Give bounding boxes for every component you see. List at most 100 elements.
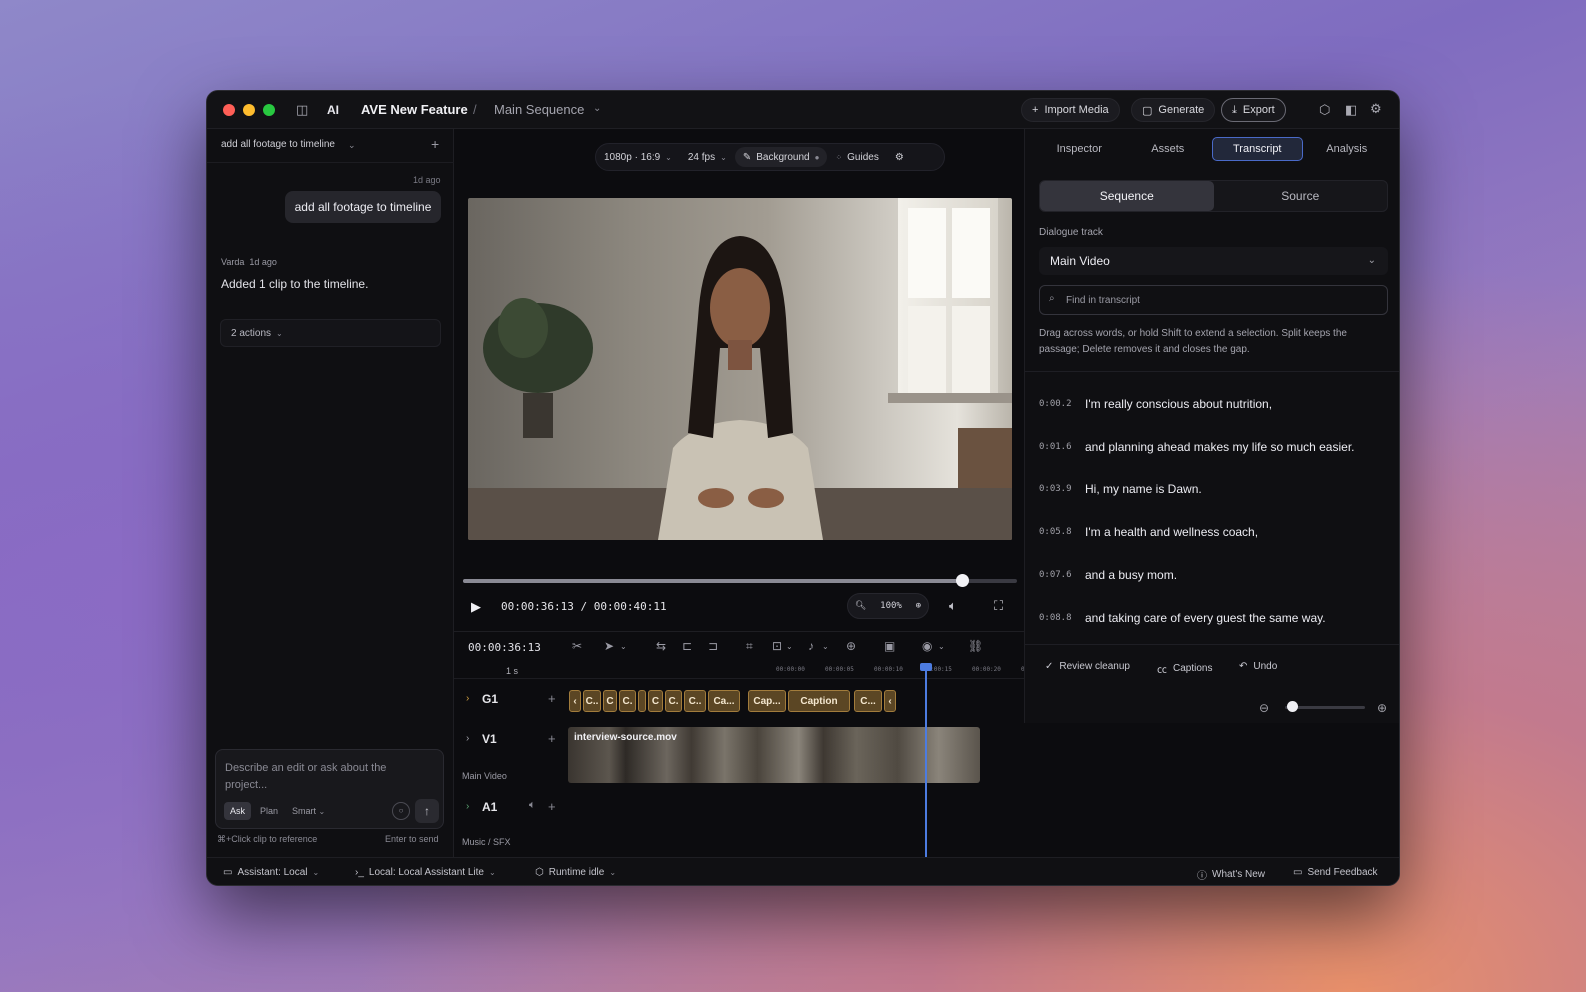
tab-inspector[interactable]: Inspector: [1035, 137, 1124, 161]
review-cleanup-button[interactable]: ✓ Review cleanup: [1045, 661, 1130, 672]
volume-icon[interactable]: 🔈︎: [949, 598, 957, 614]
chevron-down-icon[interactable]: ⌄: [620, 642, 627, 651]
assistant-mode-select[interactable]: ▭ Assistant: Local ⌄: [223, 867, 319, 878]
send-button[interactable]: ↑: [415, 799, 439, 823]
video-preview[interactable]: [468, 198, 1012, 540]
scissors-icon[interactable]: ✂: [572, 639, 582, 653]
mode-ask[interactable]: Ask: [224, 802, 252, 820]
timeline-zoom-out-icon[interactable]: ⊖: [1259, 701, 1269, 715]
caption-clip[interactable]: C.: [665, 690, 682, 712]
shield-icon[interactable]: ⬡: [1319, 102, 1330, 118]
fullscreen-icon[interactable]: ⛶: [994, 598, 1003, 614]
new-thread-button[interactable]: +: [431, 136, 439, 152]
whats-new-button[interactable]: ⓘ What's New: [1197, 867, 1265, 882]
timeline-zoom-handle[interactable]: [1287, 701, 1298, 712]
chevron-down-icon[interactable]: ⌄: [593, 103, 601, 114]
guides-button[interactable]: ⁘ Guides: [827, 152, 886, 163]
resolution-select[interactable]: 1080p · 16:9 ⌄: [596, 152, 680, 163]
thread-title[interactable]: add all footage to timeline: [221, 139, 335, 150]
caption-clip[interactable]: ‹: [884, 690, 896, 712]
transcript-text[interactable]: and a busy mom.: [1085, 568, 1177, 582]
zoom-in-icon[interactable]: ⊕: [916, 601, 921, 611]
ripple-icon[interactable]: ⇆: [656, 639, 666, 653]
caption-clip[interactable]: ‹: [569, 690, 581, 712]
background-button[interactable]: ✎ Background ●: [734, 147, 828, 167]
playback-scrubber[interactable]: [463, 574, 1017, 587]
crop-icon[interactable]: ⊡: [772, 639, 782, 653]
transcript-text[interactable]: I'm a health and wellness coach,: [1085, 525, 1258, 539]
sidebar-toggle-icon[interactable]: ◫: [296, 102, 308, 118]
gear-icon[interactable]: ⚙: [1370, 101, 1382, 117]
actions-toggle[interactable]: 2 actions ⌄: [220, 319, 441, 347]
caption-clip[interactable]: Caption: [788, 690, 850, 712]
fps-select[interactable]: 24 fps ⌄: [680, 152, 735, 163]
export-button[interactable]: ⤓ Export: [1221, 98, 1286, 122]
video-clip[interactable]: interview-source.mov: [568, 727, 980, 783]
transcript-text[interactable]: I'm really conscious about nutrition,: [1085, 397, 1272, 411]
runtime-status[interactable]: ⬡ Runtime idle ⌄: [535, 867, 616, 878]
sequence-selector[interactable]: Main Sequence: [494, 102, 584, 117]
chevron-down-icon[interactable]: ⌄: [348, 140, 356, 151]
camera-icon[interactable]: ◉: [922, 639, 932, 653]
link-icon[interactable]: ⛓: [968, 639, 983, 653]
local-model-select[interactable]: ›_ Local: Local Assistant Lite ⌄: [355, 867, 496, 878]
tab-transcript[interactable]: Transcript: [1212, 137, 1303, 161]
minimize-window-button[interactable]: [243, 104, 255, 116]
chevron-down-icon[interactable]: ⌄: [786, 642, 793, 651]
transcript-line[interactable]: 0:03.9 Hi, my name is Dawn.: [1039, 482, 1202, 496]
viewer-settings-button[interactable]: ⚙: [887, 152, 912, 163]
image-icon[interactable]: ▣: [884, 639, 895, 653]
caption-clip[interactable]: C..: [684, 690, 706, 712]
trim-start-icon[interactable]: ⊏: [682, 639, 692, 653]
speaker-icon[interactable]: 🔈︎: [529, 799, 536, 812]
add-to-g1-button[interactable]: +: [548, 691, 556, 706]
scrubber-handle[interactable]: [955, 574, 969, 587]
add-to-v1-button[interactable]: +: [548, 731, 556, 746]
pointer-icon[interactable]: ➤: [604, 639, 614, 653]
caption-clip[interactable]: [638, 690, 646, 712]
expand-v1-icon[interactable]: ›: [466, 733, 469, 744]
caption-clip[interactable]: Cap...: [748, 690, 786, 712]
timeline-zoom-in-icon[interactable]: ⊕: [1377, 701, 1387, 715]
transcript-text[interactable]: and planning ahead makes my life so much…: [1085, 440, 1355, 454]
mode-smart[interactable]: Smart ⌄: [286, 802, 331, 820]
caption-clip[interactable]: C: [603, 690, 617, 712]
audio-icon[interactable]: ♪: [808, 639, 814, 653]
composer-placeholder[interactable]: Describe an edit or ask about the projec…: [225, 760, 425, 794]
project-name[interactable]: AVE New Feature: [361, 102, 468, 117]
transcript-text[interactable]: and taking care of every guest the same …: [1085, 611, 1326, 625]
add-to-a1-button[interactable]: +: [548, 799, 556, 814]
snap-icon[interactable]: ⌗: [746, 639, 753, 654]
segment-sequence[interactable]: Sequence: [1040, 181, 1214, 211]
close-window-button[interactable]: [223, 104, 235, 116]
caption-clip[interactable]: C.: [619, 690, 636, 712]
zoom-out-icon[interactable]: 🔍︎: [855, 601, 866, 611]
find-input[interactable]: [1066, 292, 1376, 308]
caption-clip[interactable]: C..: [583, 690, 601, 712]
chat-composer[interactable]: Describe an edit or ask about the projec…: [215, 749, 444, 829]
tab-analysis[interactable]: Analysis: [1303, 137, 1392, 161]
tab-assets[interactable]: Assets: [1124, 137, 1213, 161]
transcript-line[interactable]: 0:08.8 and taking care of every guest the…: [1039, 611, 1326, 625]
transcript-line[interactable]: 0:01.6 and planning ahead makes my life s…: [1039, 440, 1355, 454]
maximize-window-button[interactable]: [263, 104, 275, 116]
chevron-down-icon[interactable]: ⌄: [822, 642, 829, 651]
globe-icon[interactable]: ⊕: [846, 639, 856, 653]
import-media-button[interactable]: + Import Media: [1021, 98, 1120, 122]
transcript-line[interactable]: 0:05.8 I'm a health and wellness coach,: [1039, 525, 1258, 539]
chevron-down-icon[interactable]: ⌄: [938, 642, 945, 651]
expand-g1-icon[interactable]: ›: [466, 693, 469, 704]
caption-clip[interactable]: Ca...: [708, 690, 740, 712]
undo-button[interactable]: ↶ Undo: [1239, 661, 1277, 672]
playhead[interactable]: [925, 665, 927, 857]
expand-a1-icon[interactable]: ›: [466, 801, 469, 812]
dialogue-track-select[interactable]: Main Video ⌄: [1039, 247, 1388, 275]
context-icon[interactable]: ○: [392, 802, 410, 820]
viewer-zoom[interactable]: 🔍︎ 100% ⊕: [847, 593, 929, 619]
captions-button[interactable]: ㏄ Captions: [1157, 661, 1212, 676]
trim-end-icon[interactable]: ⊐: [708, 639, 718, 653]
caption-clip[interactable]: C: [648, 690, 663, 712]
segment-source[interactable]: Source: [1214, 181, 1388, 211]
mode-plan[interactable]: Plan: [254, 802, 284, 820]
transcript-line[interactable]: 0:00.2 I'm really conscious about nutriti…: [1039, 397, 1272, 411]
